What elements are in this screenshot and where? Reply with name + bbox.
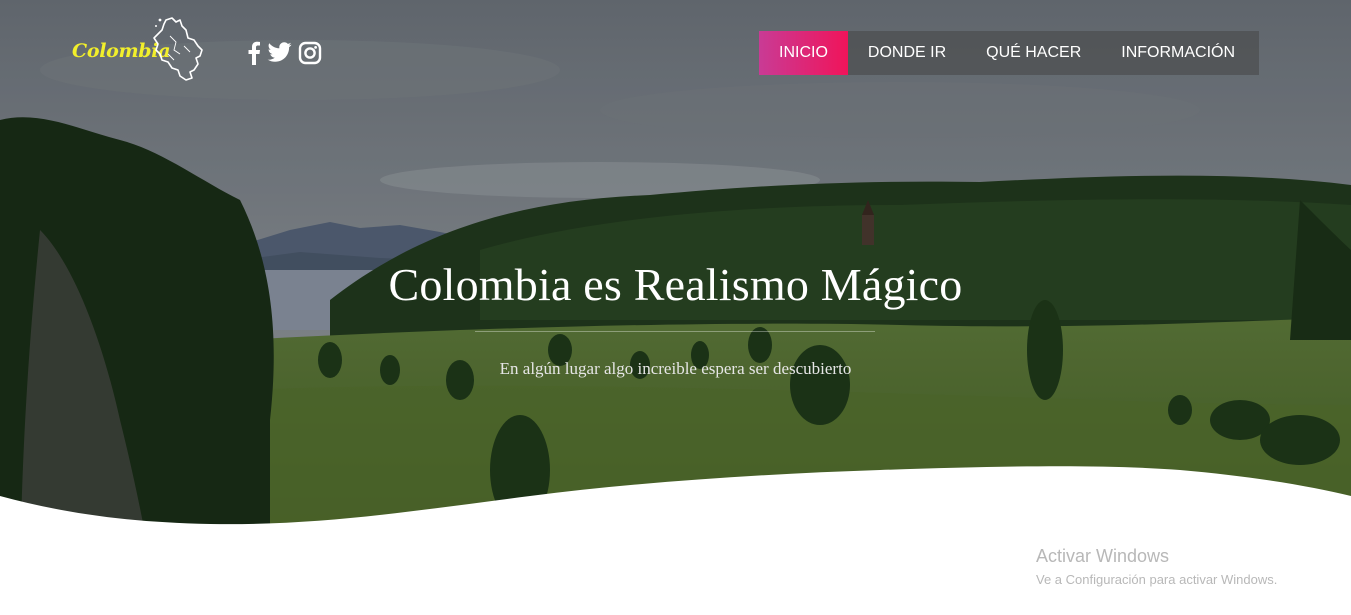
hero-section: Colombia INICIO DONDE IR QUÉ HACER INFOR… bbox=[0, 0, 1351, 615]
hero-wave-divider bbox=[0, 466, 1351, 615]
nav-item-informacion[interactable]: INFORMACIÓN bbox=[1101, 31, 1255, 75]
main-nav: INICIO DONDE IR QUÉ HACER INFORMACIÓN bbox=[759, 31, 1259, 75]
social-links bbox=[247, 41, 322, 65]
nav-item-donde-ir[interactable]: DONDE IR bbox=[848, 31, 966, 75]
hero-subtitle: En algún lugar algo increible espera ser… bbox=[499, 359, 852, 378]
windows-activation-title: Activar Windows bbox=[1036, 546, 1170, 566]
twitter-icon[interactable] bbox=[267, 42, 292, 64]
nav-item-inicio[interactable]: INICIO bbox=[759, 31, 848, 75]
colombia-map-icon[interactable] bbox=[150, 16, 206, 84]
nav-item-que-hacer[interactable]: QUÉ HACER bbox=[966, 31, 1101, 75]
instagram-icon[interactable] bbox=[298, 41, 322, 65]
facebook-icon[interactable] bbox=[247, 41, 261, 65]
hero-divider bbox=[475, 331, 875, 332]
windows-activation-subtitle: Ve a Configuración para activar Windows. bbox=[1036, 572, 1278, 587]
hero-title: Colombia es Realismo Mágico bbox=[388, 259, 963, 310]
